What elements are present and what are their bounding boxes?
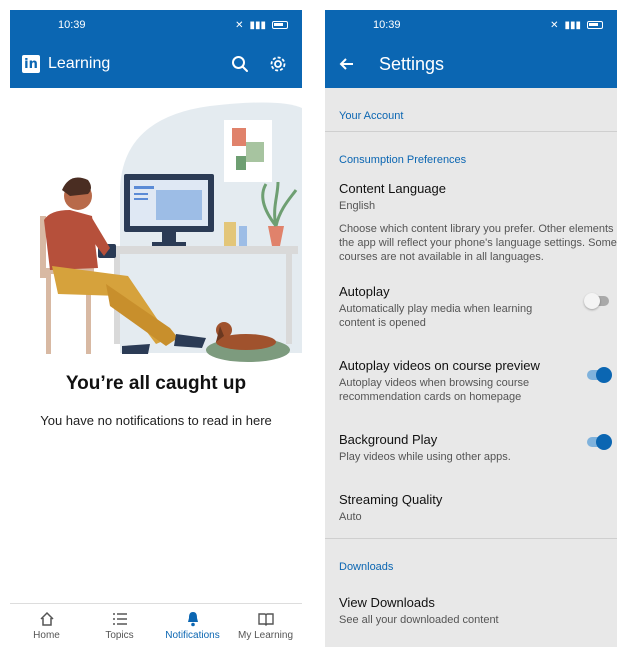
list-icon	[112, 612, 127, 625]
battery-icon	[272, 21, 288, 29]
app-title: Learning	[48, 55, 111, 72]
view-downloads-setting[interactable]: View Downloads See all your downloaded c…	[325, 595, 617, 627]
section-your-account[interactable]: Your Account	[325, 110, 617, 122]
nav-notifications[interactable]: Notifications	[156, 604, 229, 647]
section-consumption-preferences: Consumption Preferences	[339, 154, 467, 166]
search-icon[interactable]	[228, 52, 252, 76]
back-arrow-icon[interactable]	[339, 56, 355, 72]
autoplay-preview-subtitle: Autoplay videos when browsing course rec…	[339, 377, 530, 403]
content-language-setting[interactable]: Content Language English Choose which co…	[325, 181, 617, 264]
toggle-knob	[596, 434, 612, 450]
empty-state-illustration	[40, 102, 302, 362]
empty-state-subtitle: You have no notifications to read in her…	[40, 413, 272, 428]
gear-icon[interactable]	[266, 52, 290, 76]
notifications-screen: 10:39 ✕ ▮▮▮ in Learning You’re all caugh…	[10, 10, 302, 647]
bottom-navigation: Home Topics Notifications My Learning	[10, 603, 302, 647]
status-bar: 10:39 ✕ ▮▮▮	[10, 10, 302, 40]
consumption-section: Consumption Preferences	[325, 132, 617, 166]
settings-screen: 10:39 ✕ ▮▮▮ Settings Your Account Consum…	[325, 10, 617, 647]
nav-home[interactable]: Home	[10, 604, 83, 647]
streaming-quality-title: Streaming Quality	[339, 492, 443, 507]
content-language-description: Choose which content library you prefer.…	[339, 223, 617, 263]
status-bar: 10:39 ✕ ▮▮▮	[325, 10, 617, 40]
battery-icon	[587, 21, 603, 29]
autoplay-preview-setting[interactable]: Autoplay videos on course preview Autopl…	[325, 358, 617, 404]
nav-home-label: Home	[33, 629, 60, 641]
empty-state-title: You’re all caught up	[65, 373, 247, 394]
autoplay-setting[interactable]: Autoplay Automatically play media when l…	[325, 284, 617, 330]
autoplay-subtitle: Automatically play media when learning c…	[339, 303, 533, 329]
nav-notifications-label: Notifications	[165, 629, 220, 641]
autoplay-preview-title: Autoplay videos on course preview	[339, 358, 540, 373]
app-bar: in Learning	[10, 40, 302, 88]
mute-icon: ✕	[235, 19, 244, 31]
settings-title: Settings	[379, 53, 445, 74]
status-time: 10:39	[58, 19, 86, 31]
background-play-subtitle: Play videos while using other apps.	[339, 451, 511, 463]
status-time: 10:39	[373, 19, 401, 31]
your-account-section: Your Account	[325, 88, 617, 122]
signal-icon: ▮▮▮	[564, 19, 581, 31]
signal-icon: ▮▮▮	[249, 19, 266, 31]
content-language-value: English	[339, 200, 376, 212]
autoplay-preview-toggle[interactable]	[587, 367, 612, 383]
toggle-knob	[584, 293, 600, 309]
background-play-title: Background Play	[339, 432, 438, 447]
downloads-section: Downloads	[325, 539, 617, 573]
home-icon	[39, 611, 54, 626]
status-icons: ✕ ▮▮▮	[235, 20, 288, 31]
nav-my-learning[interactable]: My Learning	[229, 604, 302, 647]
background-play-toggle[interactable]	[587, 434, 612, 450]
streaming-quality-setting[interactable]: Streaming Quality Auto	[325, 492, 617, 524]
streaming-quality-value: Auto	[339, 511, 362, 523]
content-language-title: Content Language	[339, 181, 446, 196]
autoplay-toggle[interactable]	[584, 293, 609, 309]
nav-topics[interactable]: Topics	[83, 604, 156, 647]
toggle-knob	[596, 367, 612, 383]
section-downloads: Downloads	[339, 561, 394, 573]
status-icons: ✕ ▮▮▮	[550, 20, 603, 31]
linkedin-logo: in	[22, 55, 40, 73]
bell-icon	[187, 611, 198, 626]
view-downloads-title: View Downloads	[339, 595, 435, 610]
autoplay-title: Autoplay	[339, 284, 390, 299]
view-downloads-subtitle: See all your downloaded content	[339, 614, 499, 626]
nav-my-learning-label: My Learning	[237, 629, 294, 641]
nav-topics-label: Topics	[105, 629, 134, 641]
settings-app-bar: Settings	[325, 40, 617, 88]
book-icon	[257, 612, 274, 626]
mute-icon: ✕	[550, 19, 559, 31]
background-play-setting[interactable]: Background Play Play videos while using …	[325, 432, 617, 464]
